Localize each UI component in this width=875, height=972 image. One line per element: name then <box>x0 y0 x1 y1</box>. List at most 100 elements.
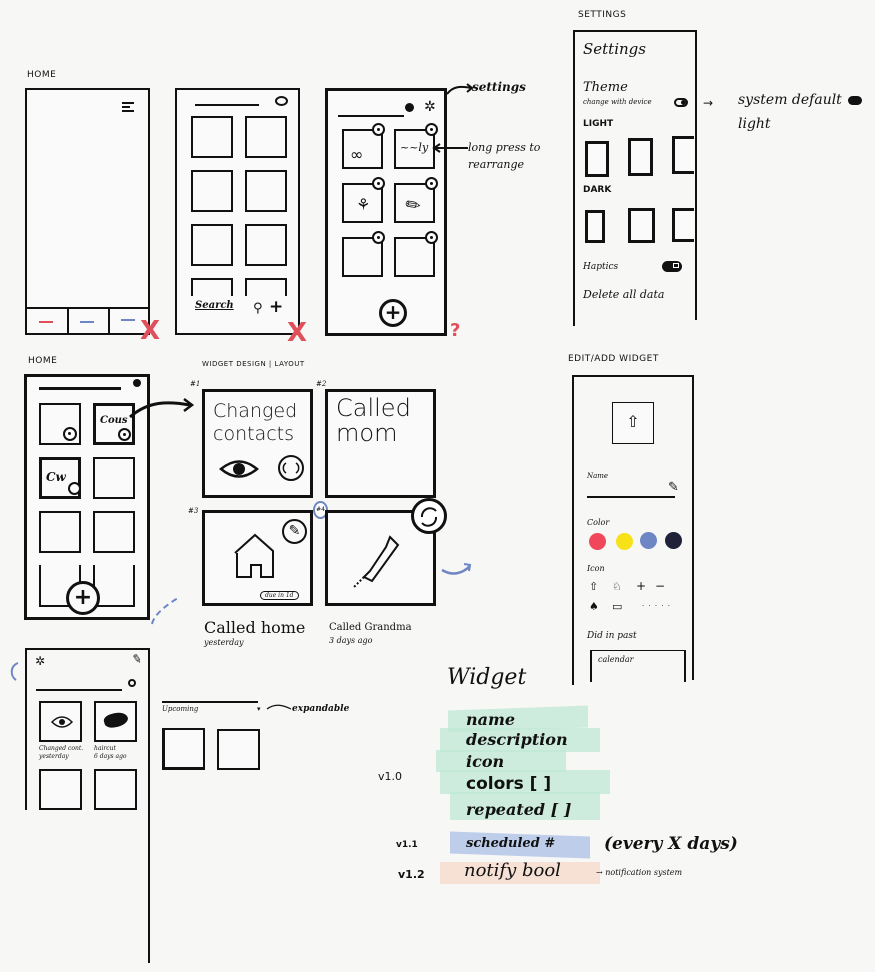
search-icon[interactable] <box>128 679 136 687</box>
widget-tile[interactable] <box>93 457 135 499</box>
gear-icon[interactable]: ✲ <box>424 99 436 115</box>
light-theme-option[interactable] <box>672 136 694 174</box>
search-bar[interactable] <box>195 104 259 106</box>
icon-option-chess[interactable]: ♘ <box>612 580 622 593</box>
long-press-arrow <box>432 143 468 153</box>
light-theme-option[interactable] <box>628 138 653 176</box>
haptics-toggle[interactable] <box>662 261 682 272</box>
dark-theme-option[interactable] <box>585 210 605 243</box>
change-with-device-toggle[interactable] <box>674 98 688 107</box>
add-widget-button[interactable]: + <box>379 299 407 327</box>
search-bar[interactable] <box>338 115 404 117</box>
hamburger-icon[interactable] <box>122 102 134 112</box>
widget-caption-title: haircut <box>94 745 116 752</box>
icon-label: Icon <box>587 564 605 573</box>
widget-tile-changed-contacts[interactable]: Changed contacts <box>202 389 313 498</box>
remove-badge[interactable] <box>372 177 385 190</box>
status-badge[interactable] <box>63 427 77 441</box>
add-icon[interactable]: + <box>269 297 283 317</box>
widget-slot[interactable] <box>191 278 233 296</box>
gear-icon[interactable]: ✲ <box>35 654 45 668</box>
upcoming-tile[interactable] <box>217 729 260 770</box>
widget-tile[interactable] <box>39 769 82 810</box>
search-bar[interactable] <box>36 689 122 691</box>
upcoming-tile[interactable] <box>162 728 205 770</box>
dark-theme-option[interactable] <box>628 208 655 243</box>
tab-home[interactable] <box>39 321 53 323</box>
widget-tile[interactable] <box>93 511 135 553</box>
edit-pencil-button[interactable]: ✎ <box>282 519 307 544</box>
pencil-icon[interactable]: ✎ <box>668 480 679 495</box>
widget-tile[interactable] <box>39 511 81 553</box>
tab-bar-divider <box>27 307 148 309</box>
settings-annotation: settings <box>472 80 526 94</box>
spec-field: scheduled # <box>466 836 556 851</box>
tab-two[interactable] <box>80 321 94 323</box>
widget-slot[interactable] <box>245 116 287 158</box>
pencil-icon[interactable]: ✎ <box>131 651 143 667</box>
search-icon[interactable] <box>405 103 414 112</box>
icon-option-plus[interactable]: + <box>636 579 646 593</box>
phone-icon <box>353 535 400 588</box>
tab-divider <box>67 307 69 335</box>
add-widget-button[interactable]: + <box>66 581 100 615</box>
widget-tile[interactable] <box>39 701 82 742</box>
search-pin-icon[interactable]: ⚲ <box>253 301 263 316</box>
tile-number: #1 <box>190 380 201 388</box>
widget-slot[interactable] <box>245 278 287 296</box>
refresh-icon[interactable] <box>277 454 305 482</box>
widget-slot[interactable] <box>191 116 233 158</box>
plant-icon: ⚘ <box>356 195 371 214</box>
search-icon[interactable] <box>275 96 288 106</box>
remove-badge[interactable] <box>372 123 385 136</box>
chevron-down-icon[interactable]: ▾ <box>257 705 261 713</box>
widget-tile[interactable] <box>39 403 81 445</box>
widget-slot[interactable] <box>245 170 287 212</box>
upcoming-label[interactable]: Upcoming <box>162 705 198 713</box>
status-badge[interactable] <box>68 482 81 495</box>
widget-tile-called-home[interactable]: ✎ due in 1d <box>202 510 313 606</box>
widget-icon-preview[interactable]: ⇧ <box>612 402 654 444</box>
widget-tile[interactable] <box>94 769 137 810</box>
color-swatch-red[interactable] <box>589 533 606 550</box>
refresh-button[interactable] <box>411 498 447 534</box>
name-input[interactable] <box>587 496 675 498</box>
due-badge: due in 1d <box>260 591 299 600</box>
settings-frame-left <box>573 30 575 326</box>
remove-badge[interactable] <box>425 177 438 190</box>
version-label: v1.1 <box>396 840 418 850</box>
settings-frame-right <box>695 30 697 320</box>
widget-slot[interactable] <box>245 224 287 266</box>
color-swatch-navy[interactable] <box>665 532 682 549</box>
remove-badge[interactable] <box>425 231 438 244</box>
dark-theme-option[interactable] <box>672 208 694 242</box>
status-badge[interactable] <box>118 428 131 441</box>
search-icon[interactable] <box>133 379 141 387</box>
calendar-field[interactable]: calendar <box>590 650 686 682</box>
color-swatch-blue[interactable] <box>640 532 657 549</box>
widget-slot[interactable] <box>191 170 233 212</box>
delete-all-data-button[interactable]: Delete all data <box>583 288 664 301</box>
icon-option-arrow[interactable]: ⇧ <box>589 580 598 593</box>
more-icons[interactable]: · · · · · <box>642 602 671 610</box>
widget-tile[interactable] <box>94 701 137 742</box>
light-theme-option[interactable] <box>585 141 609 177</box>
long-press-annotation: long press to rearrange <box>468 141 541 171</box>
widget-subcaption: yesterday <box>204 638 244 647</box>
icon-option-pin[interactable]: ♠ <box>589 600 599 613</box>
flow-arrow-blue <box>10 662 19 681</box>
widget-tile[interactable]: Cw <box>39 457 81 499</box>
widget-tile-called-mom[interactable]: Called mom <box>325 389 436 498</box>
system-default-toggle[interactable] <box>848 96 862 105</box>
edit-add-widget-label: EDIT/ADD WIDGET <box>568 354 659 364</box>
icon-option-minus[interactable]: − <box>655 579 665 593</box>
widget-slot[interactable] <box>191 224 233 266</box>
search-bar[interactable] <box>39 387 121 390</box>
remove-badge[interactable] <box>372 231 385 244</box>
color-swatch-yellow[interactable] <box>616 533 633 550</box>
search-link[interactable]: Search <box>195 300 234 311</box>
pencil-icon: ✎ <box>401 192 426 219</box>
remove-badge[interactable] <box>425 123 438 136</box>
icon-option-battery[interactable]: ▭ <box>612 600 622 613</box>
tab-three[interactable] <box>121 319 135 321</box>
